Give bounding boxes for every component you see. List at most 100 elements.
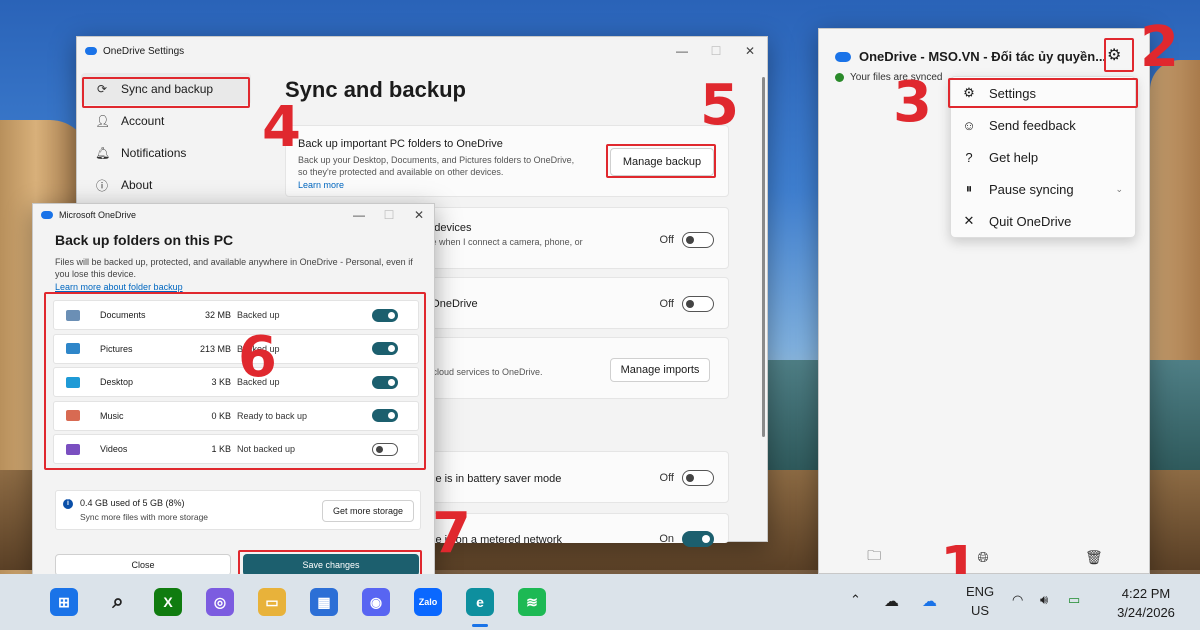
onedrive-toggle[interactable]	[682, 296, 714, 312]
zalo-icon[interactable]: Zalo	[414, 588, 442, 616]
metered-toggle-state: On	[659, 533, 674, 545]
globe-icon[interactable]: 🌐︎	[977, 549, 988, 566]
close-dialog-button[interactable]: ✕	[404, 204, 434, 226]
manage-imports-button[interactable]: Manage imports	[610, 358, 710, 382]
step-number-6: 6	[238, 325, 277, 390]
battery-toggle[interactable]	[682, 470, 714, 486]
menu-item-label: Quit OneDrive	[989, 213, 1072, 229]
search-icon[interactable]: ⌕	[104, 588, 132, 616]
flyout-title: OneDrive - MSO.VN - Đối tác ủy quyền...	[835, 49, 1106, 64]
highlight-manage-backup	[606, 144, 716, 178]
backup-dialog-title: Microsoft OneDrive	[59, 210, 137, 220]
storage-panel: i 0.4 GB used of 5 GB (8%) Sync more fil…	[55, 490, 421, 530]
backup-paragraph: Files will be backed up, protected, and …	[55, 257, 413, 279]
bell-icon: 🔔︎	[95, 146, 111, 160]
taskbar: ⊞ ⌕ X ◎ ▭ ▦ ◉ Zalo e ≋ ⌃ ☁ ☁ ENG US ◠ 🔊︎…	[0, 574, 1200, 630]
check-icon	[835, 73, 844, 82]
sidebar-item-notifications[interactable]: 🔔︎ Notifications	[81, 137, 251, 169]
devices-toggle[interactable]	[682, 232, 714, 248]
backup-titlebar: Microsoft OneDrive — ☐ ✕	[33, 204, 434, 226]
minimize-button[interactable]: —	[344, 204, 374, 226]
settings-titlebar: OneDrive Settings — ☐ ✕	[77, 37, 767, 65]
maximize-button[interactable]: ☐	[374, 204, 404, 226]
clock-time: 4:22 PM	[1121, 586, 1171, 601]
battery-card-title: vice is in battery saver mode	[422, 473, 562, 485]
metered-toggle[interactable]	[682, 531, 714, 547]
backup-card-desc-2: so they're protected and available on ot…	[298, 167, 504, 177]
maximize-button[interactable]: ☐	[699, 37, 733, 65]
person-icon: 👤︎	[95, 114, 111, 128]
battery-icon[interactable]: ▭	[1068, 592, 1080, 608]
sidebar-item-label: Notifications	[121, 146, 187, 160]
store-icon[interactable]: ▦	[310, 588, 338, 616]
recycle-bin-icon[interactable]: 🗑	[1085, 549, 1103, 566]
copilot-icon[interactable]: ◎	[206, 588, 234, 616]
menu-item-get-help[interactable]: ? Get help	[951, 141, 1135, 173]
sidebar-item-account[interactable]: 👤︎ Account	[81, 105, 251, 137]
folder-backup-learn-more-link[interactable]: Learn more about folder backup	[55, 282, 183, 292]
region-code: US	[971, 603, 990, 618]
chevron-up-icon[interactable]: ⌃	[850, 592, 861, 608]
close-window-button[interactable]: ✕	[733, 37, 767, 65]
onedrive-cloud-icon	[835, 51, 851, 62]
learn-more-link[interactable]: Learn more	[298, 180, 344, 190]
highlight-sync-and-backup	[82, 77, 250, 108]
onedrive-tray-icon[interactable]: ☁	[884, 592, 899, 610]
feedback-icon: ☺	[962, 117, 976, 133]
step-number-4: 4	[262, 95, 301, 160]
close-button[interactable]: Close	[55, 554, 231, 576]
highlight-gear	[1104, 38, 1134, 72]
backup-heading: Back up folders on this PC	[55, 232, 234, 248]
storage-sub: Sync more files with more storage	[80, 512, 209, 522]
settings-scrollbar[interactable]	[762, 77, 765, 437]
menu-item-send-feedback[interactable]: ☺ Send feedback	[951, 109, 1135, 141]
menu-item-label: Pause syncing	[989, 181, 1074, 197]
minimize-button[interactable]: —	[665, 37, 699, 65]
get-more-storage-button[interactable]: Get more storage	[322, 500, 414, 522]
flyout-account-name: OneDrive - MSO.VN - Đối tác ủy quyền...	[859, 49, 1107, 64]
imports-card-desc: er cloud services to OneDrive.	[422, 367, 543, 377]
info-icon: ⓘ	[95, 178, 108, 193]
help-icon: ?	[965, 149, 973, 165]
menu-item-pause-syncing[interactable]: ⏸ Pause syncing ⌄	[951, 173, 1135, 205]
devices-toggle-state: Off	[659, 234, 674, 246]
menu-item-label: Get help	[989, 149, 1039, 165]
backup-card-title: Back up important PC folders to OneDrive	[298, 138, 503, 150]
battery-toggle-state: Off	[659, 472, 674, 484]
close-icon: ✕	[963, 213, 975, 228]
edge-icon[interactable]: e	[466, 588, 494, 616]
flyout-bottom-bar: 🗀 🌐︎ 🗑	[819, 541, 1151, 573]
sidebar-item-label: Account	[121, 114, 165, 128]
page-title: Sync and backup	[285, 77, 466, 102]
xbox-icon[interactable]: X	[154, 588, 182, 616]
step-number-7: 7	[432, 501, 471, 566]
spotify-icon[interactable]: ≋	[518, 588, 546, 616]
input-language[interactable]: ENG US	[966, 582, 994, 620]
onedrive-toggle-state: Off	[659, 298, 674, 310]
storage-used: 0.4 GB used of 5 GB (8%)	[80, 498, 185, 508]
file-explorer-icon[interactable]: ▭	[258, 588, 286, 616]
menu-item-label: Send feedback	[989, 117, 1076, 133]
windows-start-icon[interactable]: ⊞	[50, 588, 78, 616]
onedrive-cloud-icon	[85, 47, 97, 55]
discord-icon[interactable]: ◉	[362, 588, 390, 616]
wifi-icon[interactable]: ◠	[1012, 592, 1023, 608]
volume-icon[interactable]: 🔊︎	[1040, 592, 1048, 608]
clock[interactable]: 4:22 PM 3/24/2026	[1110, 584, 1182, 622]
chevron-down-icon: ⌄	[1115, 183, 1123, 194]
backup-card-desc-1: Back up your Desktop, Documents, and Pic…	[298, 155, 575, 165]
onedrive-business-tray-icon[interactable]: ☁	[922, 592, 937, 610]
step-number-5: 5	[700, 73, 739, 138]
sidebar-item-about[interactable]: ⓘ About	[81, 169, 251, 201]
folder-icon[interactable]: 🗀	[867, 545, 881, 569]
settings-window-title: OneDrive Settings	[103, 45, 185, 57]
step-number-2: 2	[1140, 15, 1179, 80]
language-code: ENG	[966, 584, 995, 599]
menu-item-quit-onedrive[interactable]: ✕ Quit OneDrive	[951, 205, 1135, 237]
highlight-settings-item	[948, 78, 1138, 108]
info-icon: i	[63, 499, 73, 509]
devices-card-desc: rive when I connect a camera, phone, or	[422, 237, 583, 247]
step-number-3: 3	[893, 70, 932, 135]
pause-icon: ⏸	[965, 181, 973, 196]
edge-active-indicator	[472, 624, 488, 627]
